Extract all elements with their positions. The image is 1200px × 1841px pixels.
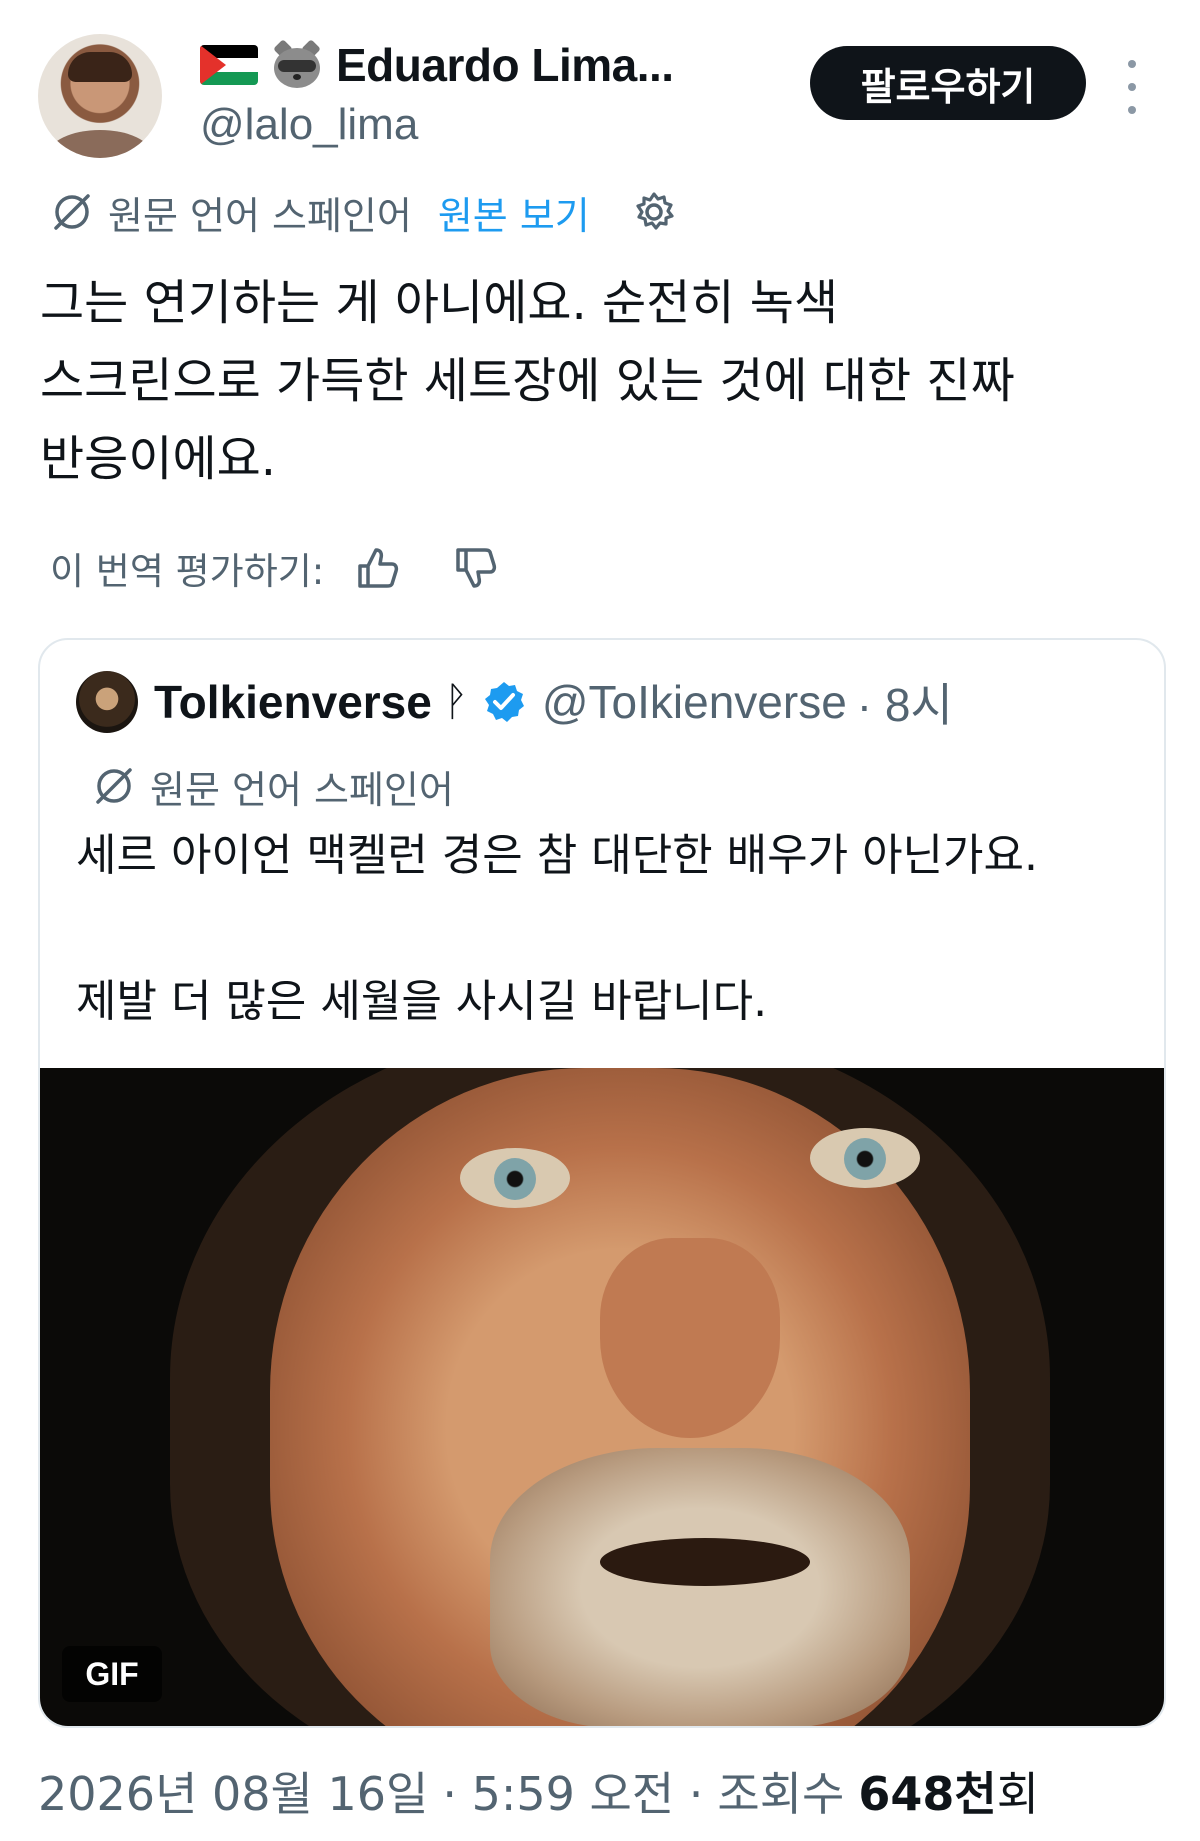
translation-info-row: 원문 언어 스페인어 원본 보기 <box>50 184 676 240</box>
tweet-text: 그는 연기하는 게 아니에요. 순전히 녹색 스크린으로 가득한 세트장에 있는… <box>40 264 1160 498</box>
quoted-author-name[interactable]: Tolkienverse <box>154 675 432 729</box>
quoted-translation-row: 원문 언어 스페인어 <box>92 758 454 814</box>
quoted-text-line: 제발 더 많은 세월을 사시길 바랍니다. <box>76 976 768 1027</box>
media-eye <box>460 1148 570 1208</box>
gif-badge: GIF <box>62 1646 162 1702</box>
tweet-text-line: 반응이에요. <box>40 431 277 487</box>
quoted-tweet-header: Tolkienverse ᚹ @ToIkienverse · 8시 <box>76 670 953 734</box>
avatar-shirt <box>48 130 152 158</box>
tweet-meta: 2026년 08월 16일 · 5:59 오전 · 조회수 648천 회 <box>38 1756 1039 1826</box>
author-handle[interactable]: @lalo_lima <box>200 100 418 150</box>
views-count: 648천 <box>858 1767 997 1821</box>
thumbs-down-icon[interactable] <box>452 544 500 592</box>
author-display-name[interactable]: Eduardo Lima... <box>336 38 674 92</box>
author-avatar[interactable] <box>38 34 162 158</box>
follow-button[interactable]: 팔로우하기 <box>810 46 1086 120</box>
tweet-time[interactable]: · 5:59 오전 · <box>442 1758 703 1824</box>
thumbs-up-icon[interactable] <box>354 544 402 592</box>
quoted-translation-label: 원문 언어 스페인어 <box>150 767 454 812</box>
gif-media[interactable]: GIF <box>40 1068 1164 1726</box>
gear-icon[interactable] <box>632 190 676 234</box>
view-original-link[interactable]: 원본 보기 <box>438 185 590 240</box>
tweet-text-line: 그는 연기하는 게 아니에요. 순전히 녹색 <box>40 275 839 331</box>
media-beard <box>490 1448 910 1726</box>
quoted-tweet-time: · 8시 <box>856 679 953 731</box>
views-label: 조회수 <box>717 1767 845 1821</box>
quoted-author-rune: ᚹ <box>443 679 468 724</box>
quoted-tweet-text: 세르 아이언 맥켈런 경은 참 대단한 배우가 아닌가요. 제발 더 많은 세월… <box>76 826 1126 1032</box>
more-options-icon[interactable] <box>1122 60 1142 114</box>
translate-icon <box>96 768 132 804</box>
media-mouth <box>600 1538 810 1586</box>
author-name-row[interactable]: Eduardo Lima... <box>200 34 674 96</box>
quoted-text-line: 세르 아이언 맥켈런 경은 참 대단한 배우가 아닌가요. <box>76 830 1038 881</box>
verified-badge-icon <box>484 682 524 722</box>
rate-translation-label: 이 번역 평가하기: <box>50 550 325 593</box>
quoted-tweet-card[interactable]: Tolkienverse ᚹ @ToIkienverse · 8시 원문 언어 … <box>38 638 1166 1728</box>
tweet-text-line: 스크린으로 가득한 세트장에 있는 것에 대한 진짜 <box>40 353 1015 409</box>
raccoon-icon <box>270 39 324 90</box>
avatar-hair <box>68 52 132 82</box>
views-unit: 회 <box>996 1767 1040 1821</box>
translation-label: 원문 언어 스페인어 <box>108 193 412 238</box>
tweet-date[interactable]: 2026년 08월 16일 <box>38 1758 428 1824</box>
media-nose <box>600 1238 780 1438</box>
palestine-flag-icon <box>200 45 258 85</box>
media-eye <box>810 1128 920 1188</box>
translate-icon <box>54 194 90 230</box>
quoted-author-handle[interactable]: @ToIkienverse <box>542 675 847 729</box>
rate-translation-row: 이 번역 평가하기: <box>50 540 500 596</box>
quoted-author-avatar[interactable] <box>76 671 138 733</box>
